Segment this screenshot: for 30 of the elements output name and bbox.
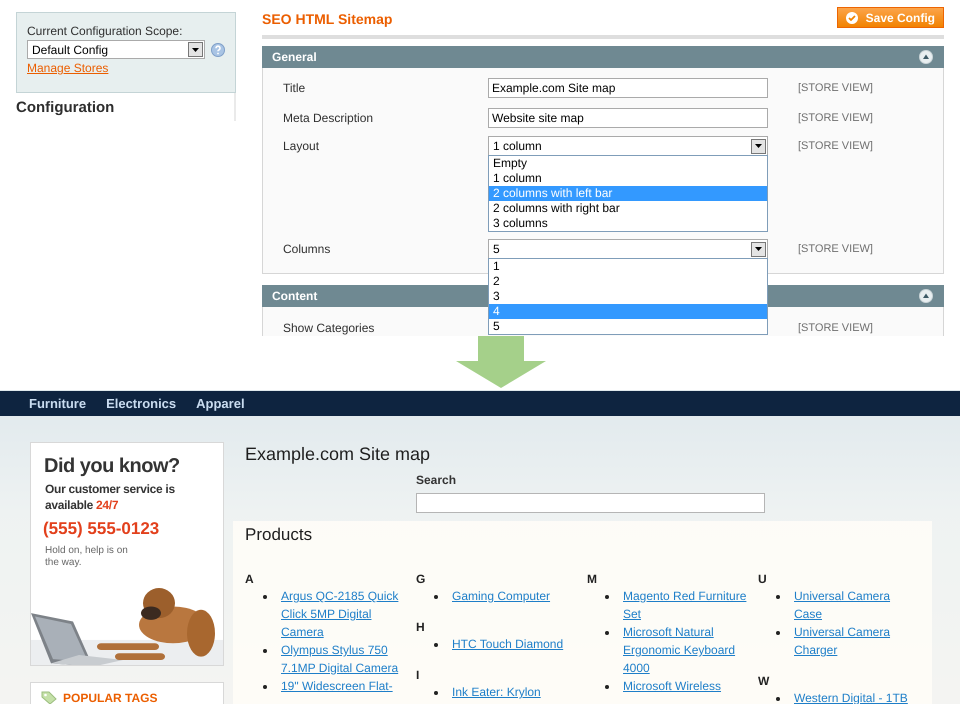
banner-heading: Did you know? (43, 455, 181, 478)
index-letter: W (758, 673, 770, 689)
index-letter: H (416, 619, 426, 635)
section-title: Products (245, 525, 314, 545)
scope-note: [STORE VIEW] (798, 139, 873, 154)
section-title: Content (272, 289, 318, 303)
scope-note: [STORE VIEW] (798, 81, 873, 96)
banner-text: Our customer service is available 24/7 (44, 481, 176, 513)
index-letter: G (416, 571, 426, 587)
scope-note: [STORE VIEW] (798, 111, 873, 126)
sitemap-title: Example.com Site map (245, 444, 432, 465)
page-title: SEO HTML Sitemap (262, 11, 392, 27)
phone-number: (555) 555-0123 (42, 519, 160, 539)
index-letter: A (245, 571, 255, 587)
scope-note: [STORE VIEW] (798, 242, 873, 257)
sidebar-title: Configuration (16, 99, 114, 116)
section-title: General (272, 50, 317, 64)
scope-note: [STORE VIEW] (798, 321, 873, 336)
field-label: Meta Description (282, 110, 374, 127)
field-label: Show Categories (282, 320, 376, 336)
index-letter: M (587, 571, 598, 587)
field-label: Layout (282, 138, 320, 155)
index-letter: U (758, 571, 768, 587)
search-label: Search (416, 473, 458, 487)
field-label: Columns (282, 241, 332, 258)
banner-note: Hold on, help is on the way. (44, 545, 129, 569)
scope-label: Current Configuration Scope: (27, 24, 184, 38)
field-label: Title (282, 80, 306, 97)
tags-title: POPULAR TAGS (63, 691, 158, 704)
index-letter: I (416, 667, 420, 683)
